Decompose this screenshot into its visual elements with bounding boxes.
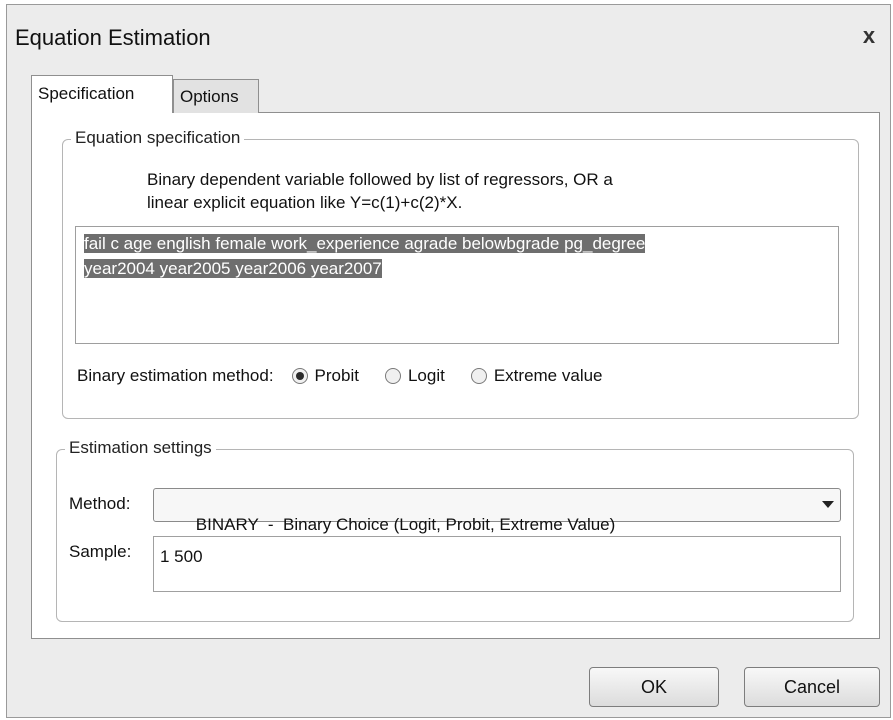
specification-panel: Equation specification Binary dependent … [31,112,880,639]
radio-extreme-value-label: Extreme value [493,366,603,385]
binary-method-label: Binary estimation method: [77,366,274,385]
close-icon[interactable]: x [856,23,882,49]
estimation-settings-group: Estimation settings Method: BINARY - Bin… [56,438,854,622]
equation-text-line-1: fail c age english female work_experienc… [84,234,646,253]
equation-specification-legend: Equation specification [71,128,245,148]
ok-button[interactable]: OK [589,667,719,707]
radio-probit[interactable]: Probit [291,366,359,386]
binary-method-radio-group: Probit Logit Extreme value [291,366,629,386]
cancel-button[interactable]: Cancel [744,667,880,707]
radio-logit[interactable]: Logit [384,366,445,386]
tab-specification[interactable]: Specification [31,75,173,113]
radio-logit-indicator[interactable] [384,368,401,384]
radio-probit-indicator[interactable] [291,368,308,384]
radio-probit-label: Probit [314,366,359,385]
chevron-down-icon[interactable] [822,501,834,508]
tab-options[interactable]: Options [173,79,259,113]
method-dropdown-value: BINARY - Binary Choice (Logit, Probit, E… [195,515,616,534]
equation-spec-input[interactable]: fail c age english female work_experienc… [75,226,839,344]
sample-value: 1 500 [160,547,203,566]
window-title: Equation Estimation [15,25,211,50]
estimation-settings-legend: Estimation settings [65,438,216,458]
binary-method-row: Binary estimation method: Probit Logit E… [77,366,629,386]
equation-specification-group: Equation specification Binary dependent … [62,128,859,419]
instructions-line-2: linear explicit equation like Y=c(1)+c(2… [147,193,463,212]
equation-instructions: Binary dependent variable followed by li… [147,168,613,214]
sample-label: Sample: [69,542,132,561]
equation-estimation-dialog: Equation Estimation x Specification Opti… [6,4,891,718]
title-bar: Equation Estimation x [7,5,890,67]
sample-input[interactable]: 1 500 [153,536,841,592]
radio-logit-label: Logit [407,366,445,385]
method-label: Method: [69,494,131,513]
radio-extreme-value[interactable]: Extreme value [470,366,603,386]
instructions-line-1: Binary dependent variable followed by li… [147,170,613,189]
radio-extreme-value-indicator[interactable] [470,368,487,384]
equation-text-line-2: year2004 year2005 year2006 year2007 [84,259,382,278]
method-dropdown[interactable]: BINARY - Binary Choice (Logit, Probit, E… [153,488,841,534]
